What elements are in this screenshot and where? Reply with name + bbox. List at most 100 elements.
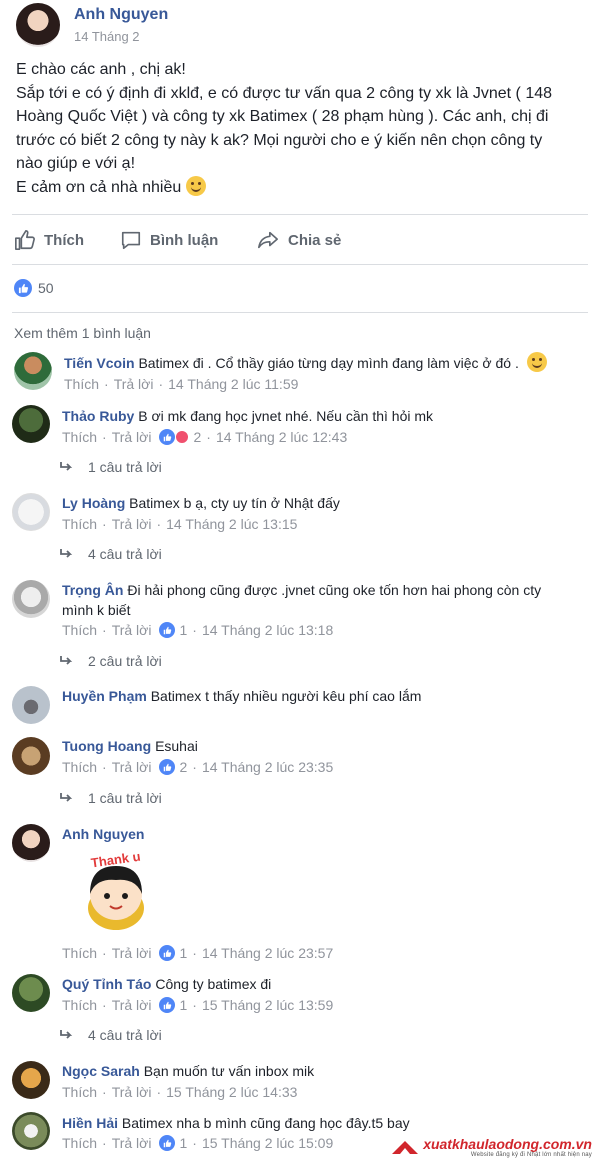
comment-time[interactable]: 14 Tháng 2 lúc 23:35	[202, 759, 333, 775]
smiley-emoji-icon	[185, 175, 206, 196]
share-icon	[258, 231, 278, 249]
comment-text: Batimex t thấy nhiều người kêu phí cao l…	[150, 688, 422, 704]
commenter-name[interactable]: Quý Tỉnh Táo	[62, 976, 151, 992]
comment-time[interactable]: 14 Tháng 2 lúc 13:18	[202, 622, 333, 638]
separator: ·	[102, 429, 107, 445]
avatar[interactable]	[12, 1061, 50, 1099]
comment-like-link[interactable]: Thích	[62, 945, 97, 961]
commenter-name[interactable]: Ly Hoàng	[62, 495, 125, 511]
comment-label: Bình luận	[150, 231, 219, 249]
comment-reply-link[interactable]: Trả lời	[112, 1084, 152, 1100]
commenter-name[interactable]: Anh Nguyen	[62, 826, 144, 842]
comment-like-link[interactable]: Thích	[64, 376, 99, 392]
post-line: Hoàng Quốc Việt ) và công ty xk Batimex …	[16, 108, 549, 125]
comment-like-link[interactable]: Thích	[62, 516, 97, 532]
watermark-tagline: Website đăng ký đi Nhật lớn nhất hiện na…	[470, 1152, 592, 1158]
separator: ·	[156, 516, 162, 532]
share-label: Chia sẻ	[288, 231, 342, 249]
view-replies-link[interactable]: 4 câu trả lời	[60, 546, 162, 562]
comment-time[interactable]: 15 Tháng 2 lúc 14:33	[166, 1084, 297, 1100]
love-reaction-icon	[175, 430, 190, 444]
reply-arrow-icon	[60, 793, 73, 802]
commenter-name[interactable]: Tuong Hoang	[62, 738, 151, 754]
comment-like-link[interactable]: Thích	[62, 997, 97, 1013]
commenter-name[interactable]: Thảo Ruby	[62, 408, 134, 424]
comment-time[interactable]: 15 Tháng 2 lúc 13:59	[202, 997, 333, 1013]
comment-reply-link[interactable]: Trả lời	[112, 622, 152, 638]
commenter-name[interactable]: Huyền Phạm	[62, 688, 147, 704]
comment-reply-link[interactable]: Trả lời	[112, 516, 152, 532]
avatar[interactable]	[12, 405, 50, 443]
reaction-count[interactable]: 1	[179, 997, 187, 1013]
view-replies-link[interactable]: 1 câu trả lời	[60, 459, 162, 475]
comment-time[interactable]: 14 Tháng 2 lúc 12:43	[216, 429, 347, 445]
comment-text: B ơi mk đang học jvnet nhé. Nếu cần thì …	[138, 408, 434, 424]
separator: ·	[206, 429, 211, 445]
avatar[interactable]	[12, 580, 50, 618]
separator: ·	[102, 1084, 107, 1100]
post-line: E cảm ơn cả nhà nhiều	[16, 175, 591, 200]
view-more-comments-link[interactable]: Xem thêm 1 bình luận	[14, 325, 151, 341]
comment-reply-link[interactable]: Trả lời	[112, 997, 152, 1013]
comment-like-link[interactable]: Thích	[62, 1135, 97, 1151]
comment-like-link[interactable]: Thích	[62, 759, 97, 775]
like-button[interactable]: Thích	[14, 229, 84, 251]
comment-meta: Thích · Trả lời 1 · 14 Tháng 2 lúc 13:18	[62, 622, 333, 638]
reaction-count[interactable]: 2	[193, 429, 201, 445]
avatar[interactable]	[12, 737, 50, 775]
watermark-site: xuatkhaulaodong.com.vn	[423, 1136, 592, 1152]
commenter-name[interactable]: Tiến Vcoin	[64, 355, 135, 371]
comment-button[interactable]: Bình luận	[120, 229, 218, 251]
comment-content: Tiến Vcoin Batimex đi . Cổ thầy giáo từn…	[64, 352, 547, 373]
replies-count: 4 câu trả lời	[88, 546, 162, 562]
comment-reply-link[interactable]: Trả lời	[114, 376, 154, 392]
reaction-count[interactable]: 1	[179, 622, 187, 638]
replies-count: 2 câu trả lời	[88, 653, 162, 669]
site-watermark: xuatkhaulaodong.com.vn Website đăng ký đ…	[392, 1136, 592, 1158]
comment-reply-link[interactable]: Trả lời	[112, 759, 152, 775]
author-avatar[interactable]	[16, 3, 60, 47]
separator: ·	[102, 997, 107, 1013]
laughing-emoji-icon	[526, 352, 547, 372]
reaction-count[interactable]: 1	[179, 945, 187, 961]
comment-time[interactable]: 14 Tháng 2 lúc 13:15	[166, 516, 297, 532]
comment-like-link[interactable]: Thích	[62, 429, 97, 445]
avatar[interactable]	[12, 493, 50, 531]
divider	[12, 214, 588, 215]
view-replies-link[interactable]: 2 câu trả lời	[60, 653, 162, 669]
comment-time[interactable]: 14 Tháng 2 lúc 23:57	[202, 945, 333, 961]
like-reaction-icon	[159, 1135, 176, 1151]
reaction-count[interactable]: 1	[179, 1135, 187, 1151]
comment-meta: Thích · Trả lời · 14 Tháng 2 lúc 13:15	[62, 516, 297, 532]
like-reaction-icon	[14, 279, 32, 297]
reaction-summary[interactable]: 50	[14, 279, 54, 297]
author-name[interactable]: Anh Nguyen	[74, 6, 168, 24]
reaction-count[interactable]: 2	[179, 759, 187, 775]
view-replies-link[interactable]: 4 câu trả lời	[60, 1027, 162, 1043]
comment-reply-link[interactable]: Trả lời	[112, 429, 152, 445]
comment-text-continued: mình k biết	[62, 602, 131, 618]
share-button[interactable]: Chia sẻ	[256, 229, 341, 251]
view-replies-link[interactable]: 1 câu trả lời	[60, 790, 162, 806]
avatar[interactable]	[12, 1112, 50, 1150]
comment-time[interactable]: 14 Tháng 2 lúc 11:59	[168, 376, 298, 392]
thank-you-sticker[interactable]: Thank u	[76, 850, 156, 940]
comment-meta: Thích · Trả lời 1 · 15 Tháng 2 lúc 13:59	[62, 997, 333, 1013]
commenter-name[interactable]: Hiền Hải	[62, 1115, 118, 1131]
comment-reply-link[interactable]: Trả lời	[112, 1135, 152, 1151]
avatar[interactable]	[14, 352, 52, 390]
comment-reply-link[interactable]: Trả lời	[112, 945, 152, 961]
post-date[interactable]: 14 Tháng 2	[74, 29, 168, 44]
commenter-name[interactable]: Ngọc Sarah	[62, 1063, 140, 1079]
avatar[interactable]	[12, 974, 50, 1012]
separator: ·	[102, 1135, 107, 1151]
comment-like-link[interactable]: Thích	[62, 1084, 97, 1100]
avatar[interactable]	[12, 686, 50, 724]
comment-like-link[interactable]: Thích	[62, 622, 97, 638]
avatar[interactable]	[12, 824, 50, 862]
divider	[12, 312, 588, 313]
separator: ·	[102, 759, 107, 775]
replies-count: 1 câu trả lời	[88, 459, 162, 475]
comment-time[interactable]: 15 Tháng 2 lúc 15:09	[202, 1135, 333, 1151]
commenter-name[interactable]: Trọng Ân	[62, 582, 123, 598]
